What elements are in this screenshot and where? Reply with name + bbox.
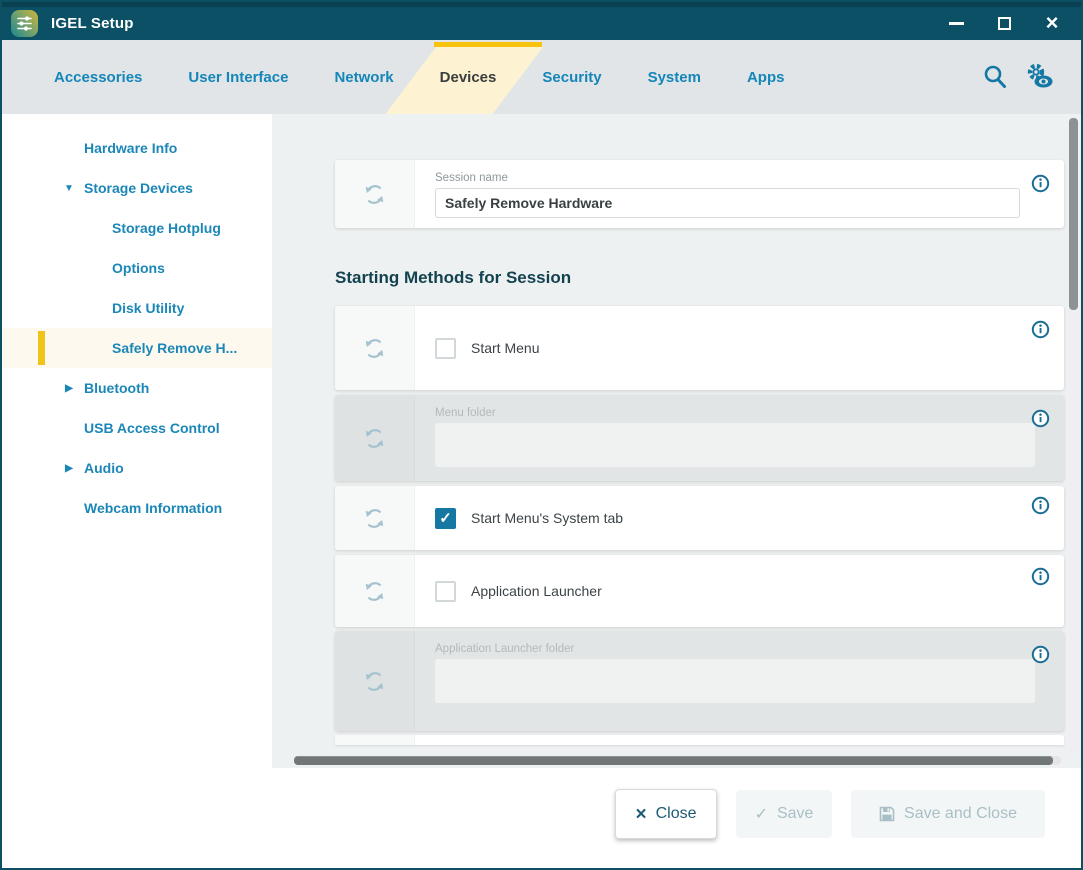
application-launcher-folder-label: Application Launcher folder [435, 643, 1016, 655]
application-launcher-checkbox[interactable] [435, 581, 456, 602]
section-heading: Starting Methods for Session [335, 268, 1081, 288]
floppy-disk-icon [879, 806, 895, 822]
tab-user-interface[interactable]: User Interface [188, 40, 288, 114]
info-icon[interactable] [1016, 160, 1064, 228]
start-menu-checkbox-label[interactable]: Start Menu [471, 340, 539, 356]
minimize-icon [949, 22, 964, 25]
reset-parameter-button[interactable] [335, 555, 415, 627]
next-row-partially-visible [335, 735, 1064, 745]
start-menu-row: Start Menu [335, 306, 1064, 390]
sidebar-item-options[interactable]: Options [2, 248, 272, 288]
reset-parameter-button [335, 395, 415, 481]
start-menu-system-tab-row: Start Menu's System tab [335, 486, 1064, 550]
tab-security[interactable]: Security [542, 40, 601, 114]
start-menu-checkbox[interactable] [435, 338, 456, 359]
content-area: Hardware Info ▼Storage Devices Storage H… [2, 114, 1081, 768]
view-settings-gear-eye-icon[interactable] [1025, 63, 1055, 91]
sidebar-item-safely-remove-hardware[interactable]: Safely Remove H... [2, 328, 272, 368]
igel-setup-window: IGEL Setup × Accessories User Interface … [0, 0, 1083, 870]
category-tab-bar: Accessories User Interface Network Devic… [2, 40, 1081, 114]
reset-parameter-button[interactable] [335, 486, 415, 550]
application-launcher-checkbox-label[interactable]: Application Launcher [471, 583, 602, 599]
session-name-row: Session name [335, 160, 1064, 228]
application-launcher-folder-input [435, 659, 1035, 703]
horizontal-scrollbar[interactable] [294, 756, 1061, 765]
tab-devices[interactable]: Devices [440, 40, 497, 114]
chevron-right-icon[interactable]: ▶ [54, 383, 84, 394]
menu-folder-label: Menu folder [435, 407, 1016, 419]
sidebar-item-storage-hotplug[interactable]: Storage Hotplug [2, 208, 272, 248]
info-icon[interactable] [1016, 555, 1064, 627]
session-name-label: Session name [435, 172, 1016, 184]
close-icon: × [1046, 15, 1059, 31]
tab-network[interactable]: Network [334, 40, 393, 114]
save-and-close-button: Save and Close [851, 790, 1045, 838]
session-name-input[interactable] [435, 188, 1020, 218]
info-icon[interactable] [1016, 306, 1064, 390]
tab-apps[interactable]: Apps [747, 40, 785, 114]
title-bar: IGEL Setup × [2, 2, 1081, 40]
maximize-icon [998, 17, 1011, 30]
sidebar-item-storage-devices[interactable]: ▼Storage Devices [2, 168, 272, 208]
sidebar-item-audio[interactable]: ▶Audio [2, 448, 272, 488]
check-icon: ✓ [755, 804, 768, 824]
settings-tree-sidebar: Hardware Info ▼Storage Devices Storage H… [2, 114, 272, 768]
menu-folder-row: Menu folder [335, 395, 1064, 481]
close-window-button[interactable]: × [1043, 14, 1061, 32]
info-icon[interactable] [1016, 631, 1064, 731]
sidebar-item-disk-utility[interactable]: Disk Utility [2, 288, 272, 328]
close-button[interactable]: × Close [615, 789, 717, 839]
search-icon[interactable] [981, 63, 1009, 91]
vertical-scrollbar[interactable] [1069, 116, 1078, 754]
app-logo-sliders-icon [11, 10, 38, 37]
chevron-right-icon[interactable]: ▶ [54, 463, 84, 474]
minimize-button[interactable] [947, 14, 965, 32]
horizontal-scrollbar-thumb[interactable] [294, 756, 1053, 765]
maximize-button[interactable] [995, 14, 1013, 32]
application-launcher-row: Application Launcher [335, 555, 1064, 627]
tab-accessories[interactable]: Accessories [54, 40, 142, 114]
tab-system[interactable]: System [648, 40, 701, 114]
sidebar-item-bluetooth[interactable]: ▶Bluetooth [2, 368, 272, 408]
reset-parameter-button [335, 631, 415, 731]
sidebar-item-hardware-info[interactable]: Hardware Info [2, 128, 272, 168]
chevron-down-icon[interactable]: ▼ [54, 183, 84, 194]
reset-parameter-button[interactable] [335, 160, 415, 228]
info-icon[interactable] [1016, 395, 1064, 481]
info-icon[interactable] [1016, 486, 1064, 550]
system-tab-checkbox[interactable] [435, 508, 456, 529]
close-x-icon: × [635, 805, 646, 824]
application-launcher-folder-row: Application Launcher folder [335, 631, 1064, 731]
reset-parameter-button[interactable] [335, 306, 415, 390]
window-title: IGEL Setup [51, 15, 134, 32]
active-tab-yellow-bar [434, 42, 543, 47]
action-button-bar: × Close ✓ Save Save and Close [2, 768, 1081, 868]
sidebar-item-usb-access-control[interactable]: USB Access Control [2, 408, 272, 448]
menu-folder-input [435, 423, 1035, 467]
system-tab-checkbox-label[interactable]: Start Menu's System tab [471, 510, 623, 526]
vertical-scrollbar-thumb[interactable] [1069, 118, 1078, 310]
save-button: ✓ Save [736, 790, 832, 838]
settings-panel: Session name Starting Methods for Sessio… [272, 114, 1081, 768]
sidebar-item-webcam-information[interactable]: Webcam Information [2, 488, 272, 528]
